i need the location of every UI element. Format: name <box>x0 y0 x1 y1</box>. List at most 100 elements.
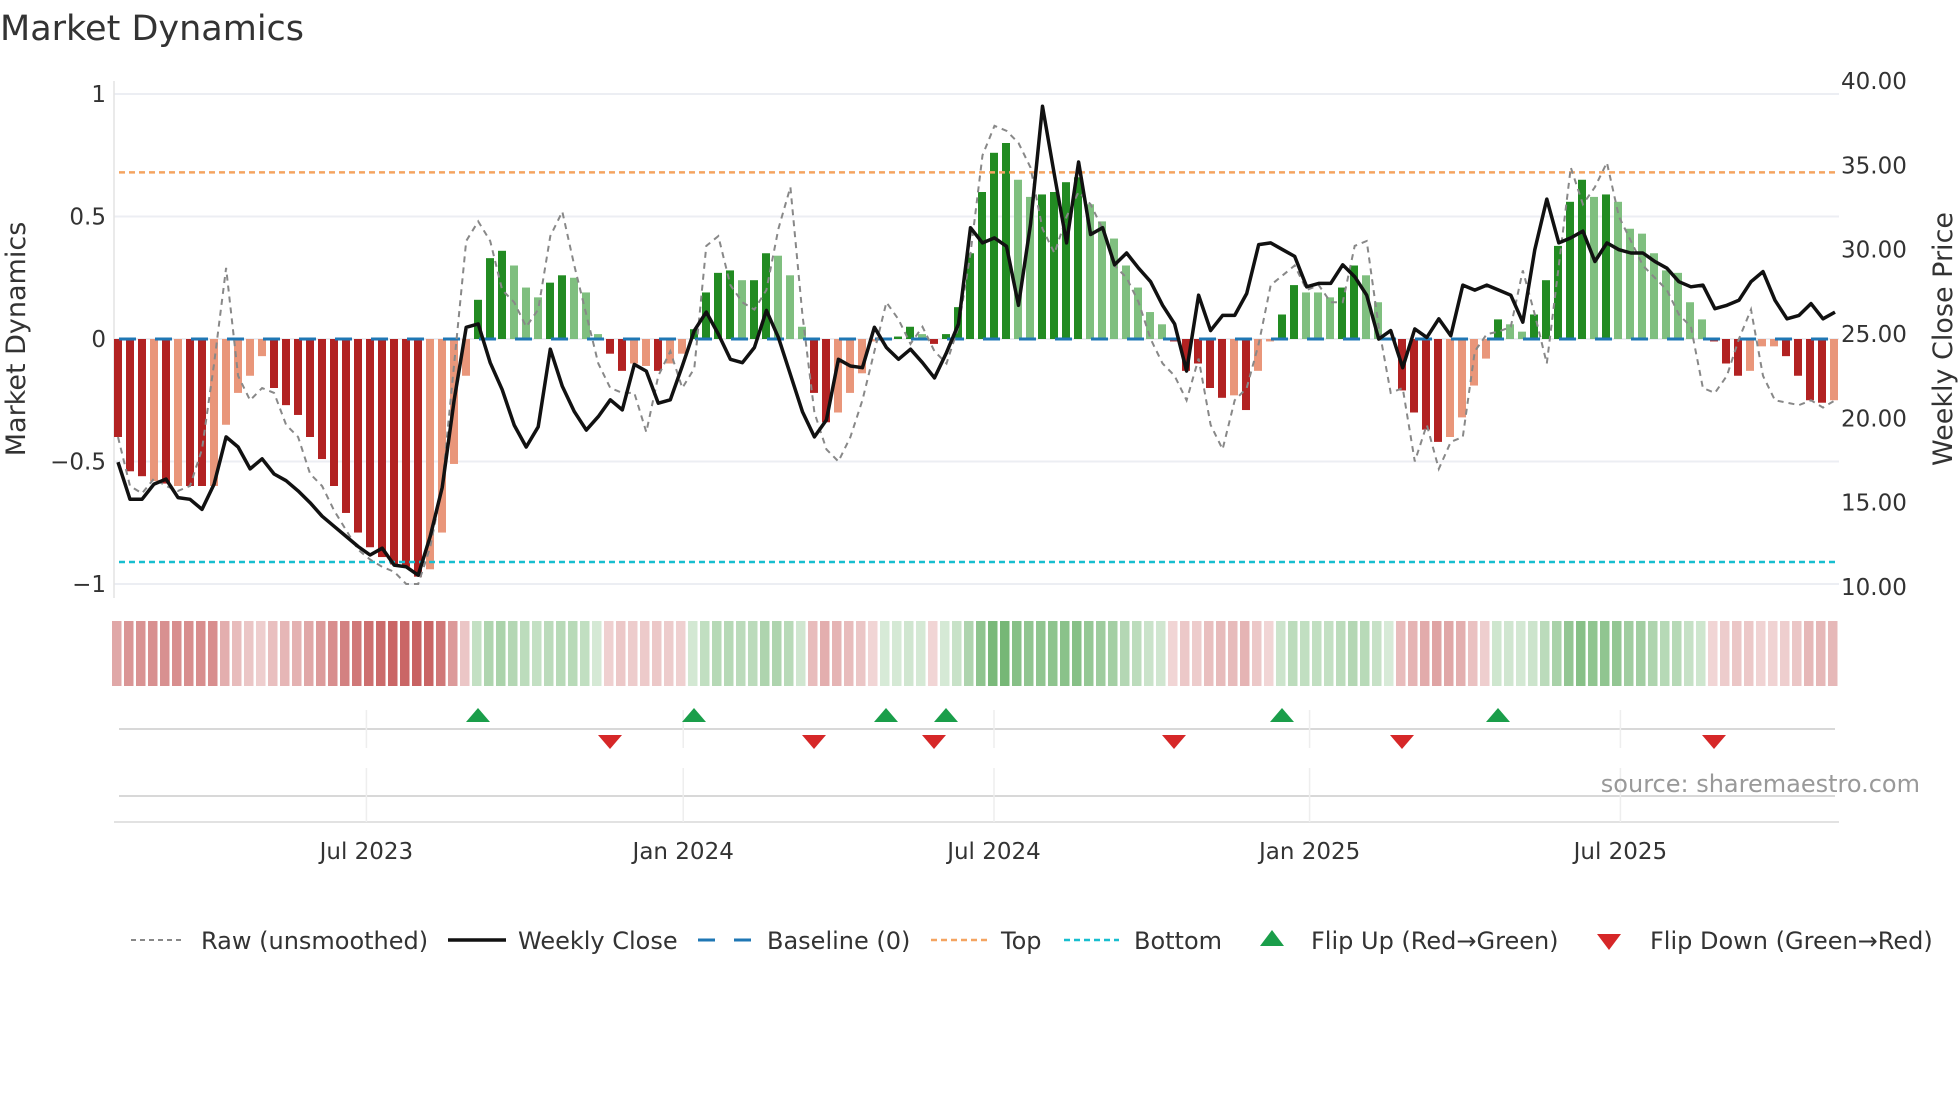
dynamics-bar <box>342 339 350 513</box>
flip-down-marker <box>598 735 622 749</box>
regime-strip-cell <box>1804 621 1814 686</box>
y2-tick-label: 35.00 <box>1841 153 1907 179</box>
regime-strip-cell <box>508 621 518 686</box>
regime-strip-cell <box>1672 621 1682 686</box>
dynamics-bar <box>630 339 638 364</box>
regime-strip-cell <box>1744 621 1754 686</box>
y2-tick-label: 15.00 <box>1841 491 1907 517</box>
regime-strip-cell <box>496 621 506 686</box>
x-axis-ticks: Jul 2023 Jan 2024 Jul 2024 Jan 2025 Jul 2025 <box>318 839 1668 865</box>
dynamics-bar <box>1062 182 1070 339</box>
dynamics-bar <box>1158 324 1166 339</box>
regime-strip-cell <box>1456 621 1466 686</box>
regime-strip-cell <box>1468 621 1478 686</box>
regime-strip-cell <box>628 621 638 686</box>
dynamics-bar <box>318 339 326 460</box>
regime-strip-cell <box>1288 621 1298 686</box>
dynamics-bar <box>1494 319 1502 339</box>
regime-strip-cell <box>1204 621 1214 686</box>
dynamics-bar <box>1338 287 1346 339</box>
regime-strip-cell <box>1492 621 1502 686</box>
regime-strip-cell <box>616 621 626 686</box>
regime-strip-cell <box>352 621 362 686</box>
level-lines <box>119 171 1835 564</box>
regime-strip-cell <box>676 621 686 686</box>
legend-flip-up-icon <box>1260 930 1284 946</box>
regime-strip-cell <box>424 621 434 686</box>
regime-strip-cell <box>1240 621 1250 686</box>
legend-flip-down-icon <box>1597 934 1621 950</box>
regime-strip-cell <box>964 621 974 686</box>
regime-strip-cell <box>760 621 770 686</box>
regime-strip-cell <box>1420 621 1430 686</box>
x-tick-label: Jul 2024 <box>945 839 1041 865</box>
dynamics-bar <box>1050 192 1058 339</box>
regime-strip-cell <box>232 621 242 686</box>
dynamics-bar <box>114 339 122 437</box>
regime-strip-cell <box>1636 621 1646 686</box>
regime-strip-cell <box>340 621 350 686</box>
dynamics-bar <box>270 339 278 388</box>
regime-strip-cell <box>796 621 806 686</box>
regime-strip-cell <box>664 621 674 686</box>
regime-strip-cell <box>388 621 398 686</box>
regime-strip-cell <box>592 621 602 686</box>
dynamics-bar <box>174 339 182 486</box>
regime-strip-cell <box>1684 621 1694 686</box>
dynamics-bar <box>1806 339 1814 401</box>
regime-strip-cell <box>820 621 830 686</box>
regime-strip-cell <box>1276 621 1286 686</box>
dynamics-bar <box>1242 339 1250 411</box>
regime-strip-cell <box>1108 621 1118 686</box>
dynamics-bar <box>1626 228 1634 339</box>
dynamics-bar <box>1734 339 1742 376</box>
regime-strip-cell <box>1312 621 1322 686</box>
regime-strip-cell <box>940 621 950 686</box>
dynamics-bar <box>1590 196 1598 339</box>
regime-strip-cell <box>1696 621 1706 686</box>
dynamics-bar <box>1410 339 1418 413</box>
regime-strip-cell <box>1216 621 1226 686</box>
dynamics-bar <box>1122 265 1130 339</box>
regime-strip-cell <box>892 621 902 686</box>
dynamics-bar <box>606 339 614 354</box>
dynamics-bar <box>1446 339 1454 437</box>
dynamics-bar <box>378 339 386 558</box>
dynamics-bar <box>1722 339 1730 364</box>
dynamics-bar <box>1482 339 1490 359</box>
dynamics-bar <box>1014 179 1022 339</box>
dynamics-bar <box>678 339 686 354</box>
y-tick-label: −1 <box>72 572 106 598</box>
regime-strip-cell <box>1588 621 1598 686</box>
flip-up-marker <box>466 708 490 722</box>
dynamics-bar <box>978 192 986 339</box>
legend-flip-up-label: Flip Up (Red→Green) <box>1311 927 1559 955</box>
x-tick-label: Jan 2024 <box>631 839 734 865</box>
flip-up-marker <box>1270 708 1294 722</box>
regime-strip-cell <box>904 621 914 686</box>
dynamics-bar <box>1434 339 1442 442</box>
dynamics-bar <box>618 339 626 371</box>
dynamics-bar <box>210 339 218 486</box>
regime-strip-cell <box>520 621 530 686</box>
dynamics-bar <box>930 339 938 344</box>
dynamics-bar <box>762 253 770 339</box>
y-axis-ticks: 1 0.5 0 −0.5 −1 <box>50 82 106 598</box>
regime-strip-cell <box>1540 621 1550 686</box>
regime-strip-cell <box>772 621 782 686</box>
regime-strip-cell <box>1192 621 1202 686</box>
regime-strip-cell <box>1552 621 1562 686</box>
legend-close-label: Weekly Close <box>518 927 678 955</box>
dynamics-bar <box>1566 201 1574 339</box>
regime-strip-cell <box>1084 621 1094 686</box>
regime-strip-cell <box>1720 621 1730 686</box>
dynamics-bar <box>1602 194 1610 339</box>
regime-strip-cell <box>1396 621 1406 686</box>
dynamics-bar <box>1746 339 1754 371</box>
legend: Raw (unsmoothed) Weekly Close Baseline (… <box>131 927 1933 955</box>
regime-strip-cell <box>244 621 254 686</box>
dynamics-bar <box>1758 339 1766 347</box>
regime-strip-cell <box>1780 621 1790 686</box>
dynamics-bar <box>198 339 206 486</box>
regime-strip-cell <box>880 621 890 686</box>
